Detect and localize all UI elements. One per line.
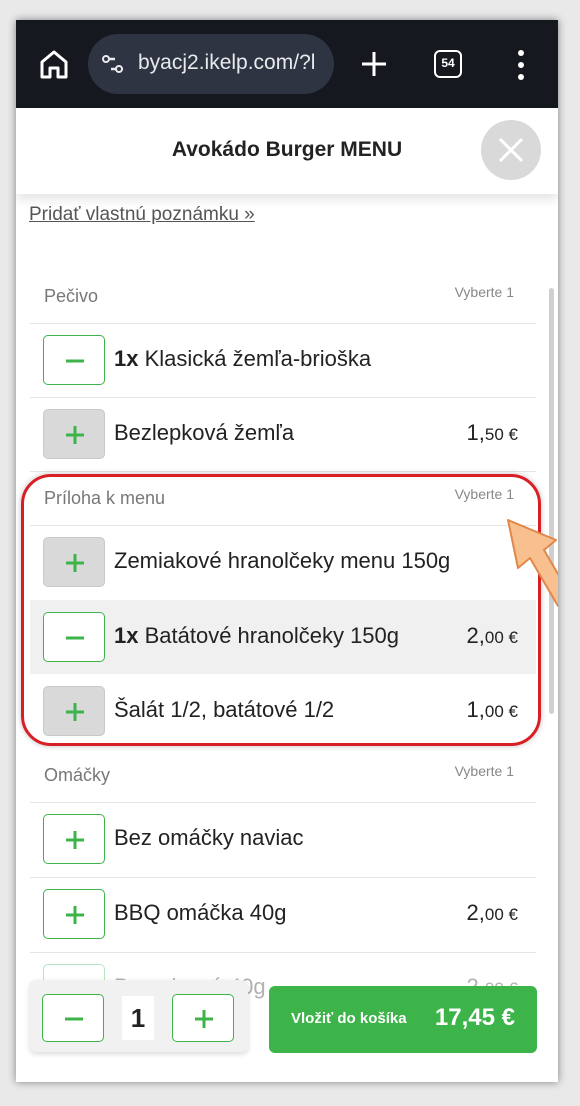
- address-bar[interactable]: byacj2.ikelp.com/?l: [88, 34, 334, 94]
- highlight-annotation: [21, 474, 541, 746]
- plus-icon: [195, 1010, 213, 1028]
- quantity-value[interactable]: 1: [122, 996, 154, 1040]
- decrease-button[interactable]: [43, 335, 105, 385]
- pointer-arrow-icon: [504, 516, 558, 608]
- option-row[interactable]: BBQ omáčka 40g 2,00 €: [30, 877, 536, 951]
- modal-header: Avokádo Burger MENU: [16, 108, 558, 194]
- section-requirement: Vyberte 1: [454, 763, 514, 779]
- phone-screen: byacj2.ikelp.com/?l 54 Avokádo Burger ME…: [16, 20, 558, 1082]
- scrollbar[interactable]: [549, 288, 554, 714]
- option-price: 2,00 €: [466, 900, 518, 925]
- add-button[interactable]: [43, 814, 105, 864]
- total-price: 17,45 €: [434, 1004, 515, 1031]
- quantity-stepper: 1: [30, 980, 248, 1052]
- section-requirement: Vyberte 1: [454, 284, 514, 300]
- plus-icon: [66, 906, 84, 924]
- close-icon: [498, 137, 524, 163]
- more-menu-icon[interactable]: [510, 48, 532, 82]
- divider: [30, 471, 536, 472]
- option-label: Bez omáčky naviac: [114, 825, 304, 850]
- site-settings-icon[interactable]: [102, 53, 124, 75]
- section-name: Omáčky: [44, 765, 111, 785]
- section-header-pecivo: Pečivo Vyberte 1: [44, 284, 514, 314]
- option-label: 1x Klasická žemľa-brioška: [114, 346, 372, 371]
- option-row[interactable]: Bezlepková žemľa 1,50 €: [30, 397, 536, 471]
- option-label: Bezlepková žemľa: [114, 420, 295, 445]
- add-to-cart-label: Vložiť do košíka: [291, 1010, 407, 1027]
- quantity-increase-button[interactable]: [172, 994, 234, 1042]
- option-label: BBQ omáčka 40g: [114, 900, 287, 925]
- modal-title: Avokádo Burger MENU: [171, 138, 403, 161]
- option-price: 1,50 €: [466, 420, 518, 445]
- url-text: byacj2.ikelp.com/?l: [138, 51, 316, 74]
- quantity-decrease-button[interactable]: [42, 994, 104, 1042]
- option-row[interactable]: 1x Klasická žemľa-brioška: [30, 323, 536, 397]
- minus-icon: [66, 359, 84, 363]
- section-name: Pečivo: [44, 286, 99, 306]
- plus-icon: [66, 426, 84, 444]
- new-tab-icon[interactable]: [356, 46, 392, 82]
- home-icon[interactable]: [36, 46, 72, 82]
- add-to-cart-button[interactable]: Vložiť do košíka 17,45 €: [269, 986, 537, 1053]
- tab-switcher-button[interactable]: 54: [434, 50, 462, 78]
- option-row[interactable]: Bez omáčky naviac: [30, 802, 536, 876]
- add-note-link[interactable]: Pridať vlastnú poznámku »: [29, 204, 255, 226]
- plus-icon: [66, 831, 84, 849]
- add-button[interactable]: [43, 409, 105, 459]
- browser-toolbar: byacj2.ikelp.com/?l 54: [16, 20, 558, 108]
- divider: [30, 952, 536, 953]
- screenshot-frame: byacj2.ikelp.com/?l 54 Avokádo Burger ME…: [0, 0, 580, 1106]
- add-button[interactable]: [43, 889, 105, 939]
- minus-icon: [65, 1017, 83, 1021]
- section-header-omacky: Omáčky Vyberte 1: [44, 763, 514, 793]
- close-button[interactable]: [481, 120, 541, 180]
